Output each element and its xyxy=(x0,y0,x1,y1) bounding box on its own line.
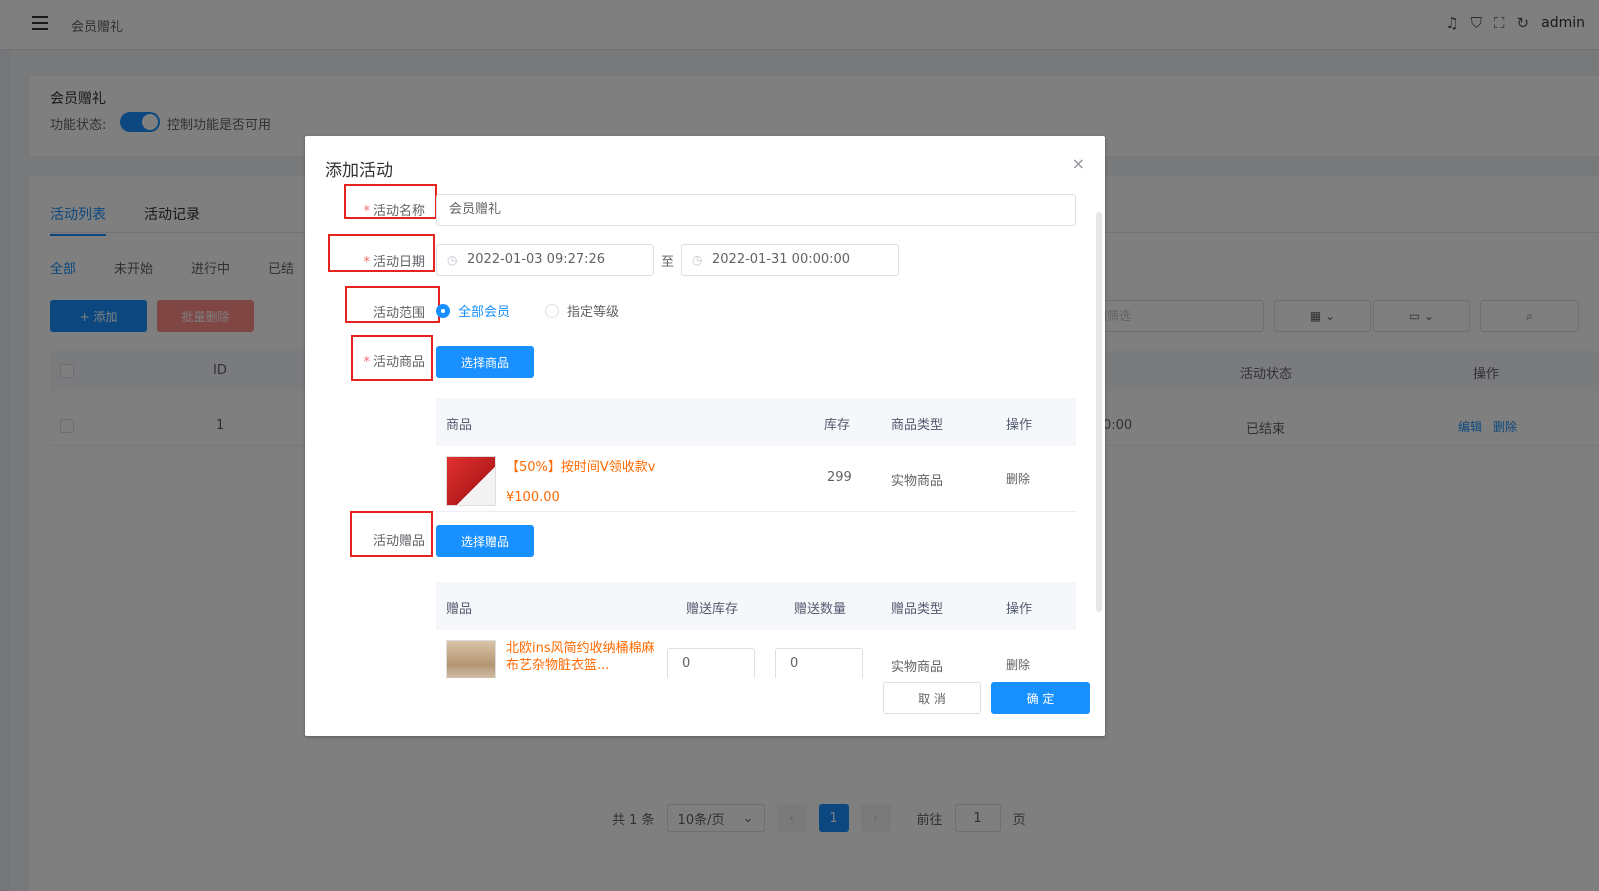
name-label: * 活动名称 xyxy=(315,200,425,219)
product-name[interactable]: 【50%】按时间V领收款v xyxy=(506,456,806,475)
add-activity-dialog: 添加活动 × * 活动名称 会员赠礼 * 活动日期 ◷ 2022-01-03 09:2… xyxy=(305,136,1105,736)
product-type: 实物商品 xyxy=(891,474,944,489)
product-header-type: 商品类型 xyxy=(891,418,944,433)
gift-stock-input[interactable]: 0 xyxy=(667,648,755,680)
date-label: * 活动日期 xyxy=(315,251,425,270)
select-product-button[interactable]: 选择商品 xyxy=(436,346,534,378)
select-gift-button[interactable]: 选择赠品 xyxy=(436,525,534,557)
required-mark: * xyxy=(363,204,370,219)
product-header-name: 商品 xyxy=(446,418,473,433)
gift-header-qty: 赠送数量 xyxy=(794,602,847,617)
product-header-action: 操作 xyxy=(1006,418,1033,433)
table-row: 【50%】按时间V领收款v ¥100.00 299 实物商品 删除 xyxy=(436,446,1076,512)
product-label-text: 活动商品 xyxy=(372,355,425,370)
scope-all-label: 全部会员 xyxy=(458,305,511,320)
radio-dot xyxy=(545,303,559,318)
product-table-header: 商品 库存 商品类型 操作 xyxy=(436,398,1076,446)
gift-label: 活动赠品 xyxy=(372,534,425,549)
date-label-text: 活动日期 xyxy=(372,255,425,270)
gift-table-header: 赠品 赠送库存 赠送数量 赠品类型 操作 xyxy=(436,582,1076,630)
gift-header-action: 操作 xyxy=(1006,602,1033,617)
start-date-input[interactable]: ◷ 2022-01-03 09:27:26 xyxy=(436,244,654,276)
product-header-stock: 库存 xyxy=(824,418,851,433)
clock-icon: ◷ xyxy=(692,253,703,267)
gift-qty-input[interactable]: 0 xyxy=(775,648,863,680)
cancel-button[interactable]: 取 消 xyxy=(883,682,981,714)
clock-icon: ◷ xyxy=(447,253,458,267)
end-date-input[interactable]: ◷ 2022-01-31 00:00:00 xyxy=(681,244,899,276)
gift-type: 实物商品 xyxy=(891,660,944,675)
scope-all-radio[interactable]: 全部会员 xyxy=(436,301,510,320)
product-price: ¥100.00 xyxy=(506,490,560,505)
activity-name-input[interactable]: 会员赠礼 xyxy=(436,194,1076,226)
start-date-value: 2022-01-03 09:27:26 xyxy=(467,252,606,267)
name-label-text: 活动名称 xyxy=(372,204,425,219)
required-mark: * xyxy=(363,355,370,370)
gift-header-stock: 赠送库存 xyxy=(686,602,739,617)
product-stock: 299 xyxy=(827,470,852,485)
product-table: 商品 库存 商品类型 操作 【50%】按时间V领收款v ¥100.00 299 … xyxy=(436,398,1076,512)
confirm-button[interactable]: 确 定 xyxy=(991,682,1090,714)
close-icon[interactable]: × xyxy=(1072,154,1085,173)
gift-header-name: 赠品 xyxy=(446,602,473,617)
dialog-scrollbar[interactable] xyxy=(1096,212,1102,612)
scope-label: 活动范围 xyxy=(372,306,425,321)
radio-dot xyxy=(436,303,450,318)
gift-name[interactable]: 北欧ins风简约收纳桶棉麻布艺杂物脏衣篮... xyxy=(506,640,656,674)
product-label: * 活动商品 xyxy=(315,351,425,370)
end-date-value: 2022-01-31 00:00:00 xyxy=(712,252,851,267)
scope-level-label: 指定等级 xyxy=(567,305,620,320)
gift-delete-link[interactable]: 删除 xyxy=(1006,656,1030,673)
date-separator: 至 xyxy=(661,255,675,270)
dialog-footer: 取 消 确 定 xyxy=(305,678,1105,736)
product-delete-link[interactable]: 删除 xyxy=(1006,470,1030,487)
product-thumbnail xyxy=(446,456,496,506)
scope-level-radio[interactable]: 指定等级 xyxy=(545,301,619,320)
required-mark: * xyxy=(363,255,370,270)
gift-header-type: 赠品类型 xyxy=(891,602,944,617)
dialog-title: 添加活动 xyxy=(325,161,393,181)
